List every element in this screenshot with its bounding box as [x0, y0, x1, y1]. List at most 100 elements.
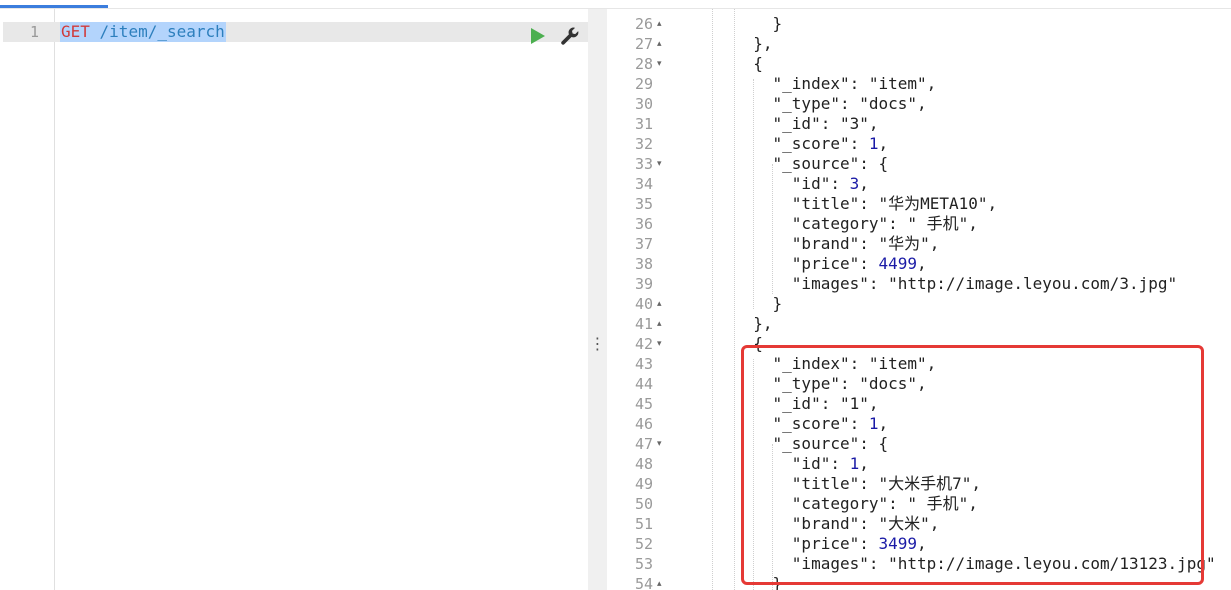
line-number: 49 — [634, 475, 653, 493]
code-line: 38 "price": 4499, — [607, 254, 1231, 274]
code-text: "id": 1, — [734, 454, 869, 474]
code-text: "images": "http://image.leyou.com/13123.… — [734, 554, 1216, 574]
fold-collapse-icon[interactable]: ▴ — [657, 294, 667, 314]
fold-expand-icon[interactable]: ▾ — [657, 154, 667, 174]
line-number: 28 — [634, 55, 653, 73]
code-token: "_source": { — [734, 434, 889, 453]
code-token: "_type": "docs", — [734, 374, 927, 393]
code-text: "_source": { — [734, 434, 889, 454]
code-line: 32 "_score": 1, — [607, 134, 1231, 154]
request-line[interactable]: 1 GET /item/_search — [3, 22, 588, 42]
code-line: 43 "_index": "item", — [607, 354, 1231, 374]
code-line: 26 ▴ } — [607, 14, 1231, 34]
code-token: } — [734, 14, 783, 33]
line-number: 53 — [634, 555, 653, 573]
code-text: "_score": 1, — [734, 414, 889, 434]
fold-collapse-icon[interactable]: ▴ — [657, 14, 667, 34]
vertical-ellipsis-icon[interactable]: ⋮ — [588, 334, 607, 354]
code-number: 3499 — [878, 534, 918, 553]
code-text: "brand": "大米", — [734, 514, 940, 534]
code-line: 42 ▾ { — [607, 334, 1231, 354]
code-line: 34 "id": 3, — [607, 174, 1231, 194]
line-number: 27 — [634, 35, 653, 53]
line-number: 44 — [634, 375, 653, 393]
code-token: "_score": — [734, 134, 869, 153]
line-number: 37 — [634, 235, 653, 253]
request-method: GET — [61, 22, 90, 41]
line-number: 36 — [634, 215, 653, 233]
code-line: 53 "images": "http://image.leyou.com/131… — [607, 554, 1231, 574]
code-text: "_index": "item", — [734, 354, 937, 374]
code-text: "category": " 手机", — [734, 494, 978, 514]
code-line: 50 "category": " 手机", — [607, 494, 1231, 514]
code-token: "_id": "1", — [734, 394, 879, 413]
fold-collapse-icon[interactable]: ▴ — [657, 314, 667, 334]
line-number: 51 — [634, 515, 653, 533]
code-line: 39 "images": "http://image.leyou.com/3.j… — [607, 274, 1231, 294]
request-text[interactable]: GET /item/_search — [60, 22, 226, 42]
code-text: } — [734, 294, 783, 314]
code-text: "_id": "3", — [734, 114, 879, 134]
code-line: 40 ▴ } — [607, 294, 1231, 314]
code-punctuation: , — [859, 454, 869, 473]
response-viewer[interactable]: 26 ▴ } 27 ▴ }, 28 ▾ {29 "_index": "item", 30 "… — [607, 9, 1231, 590]
code-line: 33 ▾ "_source": { — [607, 154, 1231, 174]
code-text: "_type": "docs", — [734, 94, 927, 114]
code-token: "images": "http://image.leyou.com/13123.… — [734, 554, 1216, 573]
line-number: 40 — [634, 295, 653, 313]
code-punctuation: , — [859, 174, 869, 193]
code-line: 52 "price": 3499, — [607, 534, 1231, 554]
code-number: 1 — [868, 134, 879, 153]
code-line: 46 "_score": 1, — [607, 414, 1231, 434]
code-token: } — [734, 294, 783, 313]
fold-expand-icon[interactable]: ▾ — [657, 54, 667, 74]
code-token: "id": — [734, 454, 850, 473]
pane-splitter[interactable]: ⋮ — [588, 9, 607, 590]
code-text: "_id": "1", — [734, 394, 879, 414]
code-line: 30 "_type": "docs", — [607, 94, 1231, 114]
code-line: 44 "_type": "docs", — [607, 374, 1231, 394]
code-text: "title": "华为META10", — [734, 194, 997, 214]
code-line: 36 "category": " 手机", — [607, 214, 1231, 234]
code-text: "_type": "docs", — [734, 374, 927, 394]
line-number: 34 — [634, 175, 653, 193]
code-number: 1 — [849, 454, 860, 473]
code-line: 47 ▾ "_source": { — [607, 434, 1231, 454]
line-number: 47 — [634, 435, 653, 453]
fold-collapse-icon[interactable]: ▴ — [657, 574, 667, 590]
line-number: 29 — [634, 75, 653, 93]
line-number: 39 — [634, 275, 653, 293]
fold-expand-icon[interactable]: ▾ — [657, 334, 667, 354]
line-number: 46 — [634, 415, 653, 433]
code-text: "id": 3, — [734, 174, 869, 194]
line-number: 50 — [634, 495, 653, 513]
code-number: 1 — [868, 414, 879, 433]
code-token: "title": "华为META10", — [734, 194, 998, 213]
code-token: "_index": "item", — [734, 74, 937, 93]
code-token: "brand": "华为", — [734, 234, 940, 253]
code-line: 48 "id": 1, — [607, 454, 1231, 474]
line-number: 54 — [634, 575, 653, 590]
code-punctuation: , — [917, 534, 927, 553]
line-number: 41 — [634, 315, 653, 333]
code-line: 28 ▾ { — [607, 54, 1231, 74]
fold-expand-icon[interactable]: ▾ — [657, 434, 667, 454]
code-line: 41 ▴ }, — [607, 314, 1231, 334]
code-token: }, — [734, 314, 773, 333]
code-text: { — [734, 54, 763, 74]
code-token: "brand": "大米", — [734, 514, 940, 533]
code-token: "price": — [734, 254, 879, 273]
code-line: 45 "_id": "1", — [607, 394, 1231, 414]
request-path: /item/_search — [89, 22, 225, 41]
wrench-icon[interactable] — [559, 25, 581, 47]
code-token: "_score": — [734, 414, 869, 433]
request-editor[interactable]: 1 GET /item/_search — [0, 9, 588, 590]
code-text: "title": "大米手机7", — [734, 474, 981, 494]
fold-collapse-icon[interactable]: ▴ — [657, 34, 667, 54]
line-number: 43 — [634, 355, 653, 373]
code-token: "_index": "item", — [734, 354, 937, 373]
code-text: } — [734, 14, 783, 34]
request-gutter — [0, 9, 55, 590]
code-punctuation: , — [878, 134, 889, 153]
play-icon[interactable] — [529, 27, 547, 45]
